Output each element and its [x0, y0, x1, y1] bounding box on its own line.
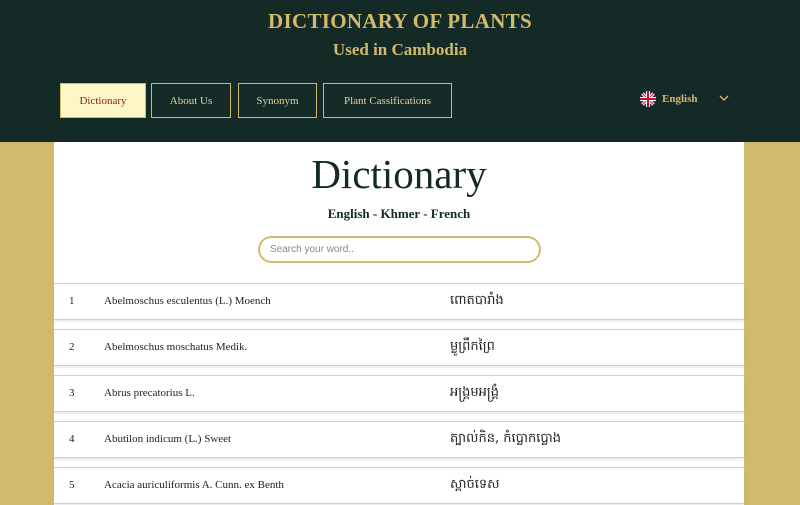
list-item[interactable]: 3 Abrus precatorius L. អង្គ្រមអង្គ្រំ: [54, 375, 744, 412]
entry-scientific-name: Abutilon indicum (L.) Sweet: [104, 433, 232, 445]
language-selector[interactable]: English: [640, 90, 697, 108]
entry-number: 5: [69, 479, 75, 491]
list-item[interactable]: 2 Abelmoschus moschatus Medik. ម្លូព្រឹក…: [54, 329, 744, 366]
entry-number: 4: [69, 433, 75, 445]
entry-khmer-name: ពោតបារាំង: [450, 293, 504, 308]
entry-number: 2: [69, 341, 75, 353]
entry-scientific-name: Abelmoschus moschatus Medik.: [104, 341, 248, 353]
entry-number: 3: [69, 387, 75, 399]
nav-dictionary-button[interactable]: Dictionary: [60, 83, 146, 118]
entry-scientific-name: Acacia auriculiformis A. Cunn. ex Benth: [104, 479, 284, 491]
nav-synonym-button[interactable]: Synonym: [238, 83, 317, 118]
list-item[interactable]: 1 Abelmoschus esculentus (L.) Moench ពោត…: [54, 283, 744, 320]
entry-number: 1: [69, 295, 75, 307]
nav-plant-classifications-button[interactable]: Plant Cassifications: [323, 83, 452, 118]
list-item[interactable]: 4 Abutilon indicum (L.) Sweet ត្បាល់កិន,…: [54, 421, 744, 458]
site-title: DICTIONARY OF PLANTS: [268, 9, 532, 33]
search-input[interactable]: [258, 236, 541, 263]
entry-khmer-name: អង្គ្រមអង្គ្រំ: [450, 385, 500, 400]
entry-scientific-name: Abelmoschus esculentus (L.) Moench: [104, 295, 271, 307]
list-item[interactable]: 5 Acacia auriculiformis A. Cunn. ex Bent…: [54, 467, 744, 504]
entry-khmer-name: ម្លូព្រឹកព្រៃ: [450, 339, 495, 354]
page-subtitle: English - Khmer - French: [327, 206, 471, 221]
nav-about-us-button[interactable]: About Us: [151, 83, 231, 118]
entry-khmer-name: ត្បាល់កិន, កំប្លោកប្លោង: [450, 431, 561, 446]
entry-scientific-name: Abrus precatorius L.: [104, 387, 195, 399]
chevron-down-icon[interactable]: [718, 92, 730, 104]
site-subtitle: Used in Cambodia: [332, 40, 468, 59]
language-label: English: [662, 93, 698, 105]
page-title: Dictionary: [311, 151, 487, 197]
uk-flag-icon: [640, 91, 656, 107]
entry-khmer-name: ស្ពាច់ទេស: [450, 477, 500, 492]
